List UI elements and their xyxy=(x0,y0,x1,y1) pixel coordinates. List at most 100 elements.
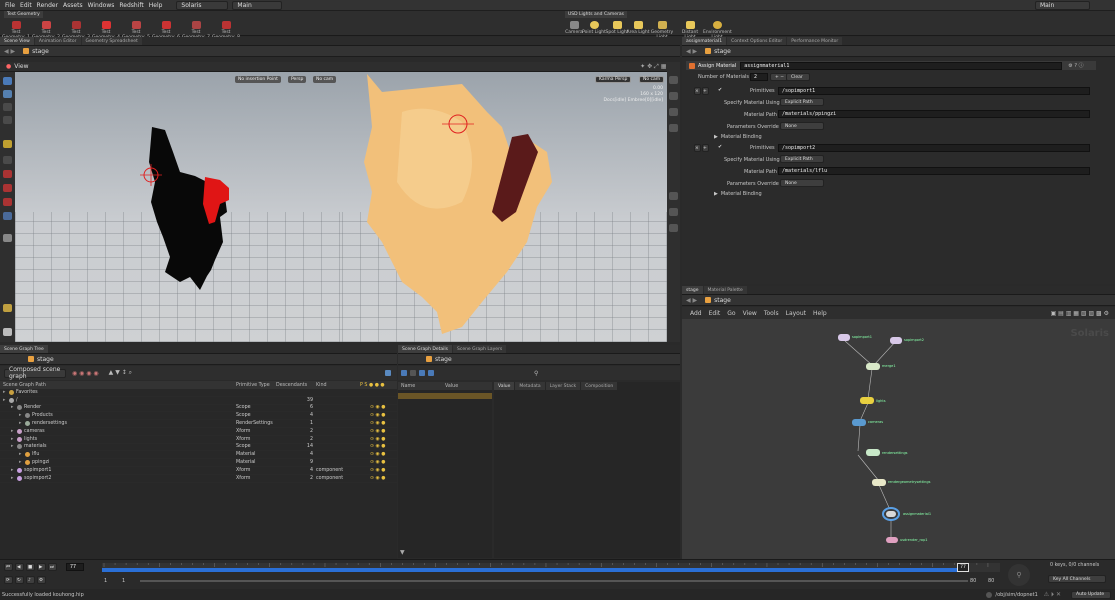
col-type[interactable]: Primitive Type xyxy=(236,381,270,389)
nav-arrows-icon[interactable]: ◀ ▶ xyxy=(686,297,697,304)
wireframe-icon[interactable] xyxy=(669,92,678,100)
nav-arrows-icon[interactable]: ◀ ▶ xyxy=(686,48,697,55)
col-value[interactable]: Value xyxy=(445,384,458,389)
stop-icon[interactable]: ■ xyxy=(26,563,35,571)
node-usdrender-rop1[interactable] xyxy=(886,537,898,543)
scene-graph-row[interactable]: ▸ Favorites xyxy=(0,389,397,397)
transform-icon[interactable] xyxy=(3,103,12,111)
subtab-composition[interactable]: Composition xyxy=(581,382,618,390)
scene-graph-filter-dropdown[interactable]: Composed scene graph xyxy=(4,366,66,380)
net-menu-view[interactable]: View xyxy=(743,310,757,317)
visibility-icons[interactable]: ⊙ ◉ ● xyxy=(370,459,385,466)
first-frame-icon[interactable]: ⏮ xyxy=(4,563,13,571)
menu-help[interactable]: Help xyxy=(149,2,163,9)
move-icon[interactable] xyxy=(3,90,12,98)
network-canvas[interactable]: Solaris sopimport1 sopimport2 merge1 lig… xyxy=(682,319,1115,559)
normals-icon[interactable] xyxy=(669,208,678,216)
expand-arrow-icon[interactable]: ▸ xyxy=(3,389,5,396)
block1-specify-dropdown[interactable]: Explicit Path xyxy=(780,98,824,106)
range-start-2[interactable]: 1 xyxy=(122,578,125,584)
viewport-right[interactable]: Karma Persp No cam 0.00 160 x 120 Docs[i… xyxy=(342,72,667,342)
scene-graph-row[interactable]: ▸ cameras Xform 2 ⊙ ◉ ● xyxy=(0,428,397,436)
play-icon[interactable]: ▶ xyxy=(37,563,46,571)
grid-icon[interactable] xyxy=(3,328,12,336)
brush-icon[interactable] xyxy=(3,156,12,164)
realtime-icon[interactable]: ⟳ xyxy=(4,576,13,584)
visibility-icons[interactable]: ⊙ ◉ ● xyxy=(370,444,385,451)
block2-binding-folder[interactable]: ▶ Material Binding xyxy=(714,191,762,197)
playhead[interactable]: 77 xyxy=(957,563,969,572)
selected-attribute-row[interactable] xyxy=(398,393,492,399)
block2-remove-icon[interactable]: × xyxy=(694,144,701,152)
expand-arrow-icon[interactable]: ▸ xyxy=(11,436,13,443)
visibility-icons[interactable]: ⊙ ◉ ● xyxy=(370,405,385,412)
block2-enable-checkbox[interactable]: ✔ xyxy=(718,144,722,150)
context-dropdown[interactable]: Main xyxy=(232,0,283,10)
tab-stage[interactable]: stage xyxy=(682,286,703,294)
expand-arrow-icon[interactable]: ▸ xyxy=(3,397,5,404)
op-header-icons[interactable]: ⚙ ? ⓘ xyxy=(1068,62,1083,69)
net-menu-layout[interactable]: Layout xyxy=(786,310,806,317)
col-descendants[interactable]: Descendants xyxy=(276,381,307,389)
display-options-icon[interactable] xyxy=(669,76,678,84)
menu-render[interactable]: Render xyxy=(37,2,58,9)
scene-graph-row[interactable]: ▸ / 39 xyxy=(0,397,397,405)
range-start[interactable]: 1 xyxy=(104,578,107,584)
snap-icon[interactable] xyxy=(3,304,12,312)
col-path[interactable]: Scene Graph Path xyxy=(3,381,46,389)
stage-path[interactable]: stage xyxy=(32,48,49,55)
block1-path-field[interactable]: /materials/ppingzi xyxy=(778,110,1090,118)
status-path[interactable]: /obj/sim/dopnet1 xyxy=(995,592,1037,598)
tab-scene-view[interactable]: Scene View xyxy=(0,37,34,45)
right-context-dropdown[interactable]: Main xyxy=(1035,0,1090,10)
scene-graph-row[interactable]: ▸ lights Xform 2 ⊙ ◉ ● xyxy=(0,436,397,444)
menu-assets[interactable]: Assets xyxy=(63,2,83,9)
menu-edit[interactable]: Edit xyxy=(20,2,32,9)
menu-redshift[interactable]: Redshift xyxy=(119,2,143,9)
details-stage-path[interactable]: stage xyxy=(435,356,452,363)
viewport-cam-icon[interactable] xyxy=(3,234,12,242)
node-merge1[interactable] xyxy=(866,363,880,370)
op-name-field[interactable]: assignmaterial1 xyxy=(740,61,1063,70)
col-name[interactable]: Name xyxy=(401,384,445,389)
shelf-tab-usd-lights[interactable]: USD Lights and Cameras xyxy=(565,11,627,18)
settings-icon[interactable]: ⚙ xyxy=(37,576,46,584)
block2-path-field[interactable]: /materials/lflu xyxy=(778,167,1090,175)
visibility-icons[interactable]: ⊙ ◉ ● xyxy=(370,420,385,427)
scene-graph-row[interactable]: ▸ ppingzi Material 9 ⊙ ◉ ● xyxy=(0,459,397,467)
net-menu-tools[interactable]: Tools xyxy=(764,310,779,317)
expand-arrow-icon[interactable]: ▸ xyxy=(19,420,21,427)
options-icon[interactable] xyxy=(385,370,391,376)
back-icon[interactable]: ◀ ▶ xyxy=(4,48,15,55)
expand-arrow-icon[interactable]: ▸ xyxy=(11,444,13,451)
details-view-icon[interactable] xyxy=(401,370,407,376)
tab-geometry-spreadsheet[interactable]: Geometry Spreadsheet xyxy=(81,37,142,45)
magnet-icon[interactable] xyxy=(3,198,12,206)
key-wheel-icon[interactable]: ⚲ xyxy=(1008,564,1030,586)
block2-override-dropdown[interactable]: None xyxy=(780,179,824,187)
filter-funnel-icon[interactable]: ▼ xyxy=(400,549,405,556)
tab-material-palette[interactable]: Material Palette xyxy=(703,286,747,294)
network-stage-path[interactable]: stage xyxy=(714,297,731,304)
timebar[interactable]: 77 xyxy=(102,563,1000,572)
net-menu-go[interactable]: Go xyxy=(727,310,735,317)
prev-key-icon[interactable]: ◀ xyxy=(15,563,24,571)
details-list-icon[interactable] xyxy=(410,370,416,376)
next-key-icon[interactable]: ⏭ xyxy=(48,563,57,571)
loop-icon[interactable]: ↻ xyxy=(15,576,24,584)
block1-override-dropdown[interactable]: None xyxy=(780,122,824,130)
block2-specify-dropdown[interactable]: Explicit Path xyxy=(780,155,824,163)
details-table-icon[interactable] xyxy=(428,370,434,376)
auto-update-button[interactable]: Auto Update xyxy=(1071,590,1111,599)
tab-context-options[interactable]: Context Options Editor xyxy=(727,37,787,45)
handle-icon[interactable] xyxy=(3,140,12,148)
scene-graph-row[interactable]: ▸ Render Scope 6 ⊙ ◉ ● xyxy=(0,405,397,413)
scene-graph-row[interactable]: ▸ materials Scope 14 ⊙ ◉ ● xyxy=(0,444,397,452)
pin-icon[interactable]: ⚲ xyxy=(534,370,538,377)
viewport-left[interactable]: No insertion Point Persp No cam xyxy=(15,72,342,342)
tab-assignmaterial1[interactable]: assignmaterial1 xyxy=(682,37,727,45)
scene-graph-row[interactable]: ▸ lflu Material 4 ⊙ ◉ ● xyxy=(0,451,397,460)
desktop-dropdown[interactable]: Solaris xyxy=(176,0,229,10)
block1-primitives-field[interactable]: /sopimport1 xyxy=(778,87,1090,95)
range-end-2[interactable]: 80 xyxy=(988,578,994,584)
